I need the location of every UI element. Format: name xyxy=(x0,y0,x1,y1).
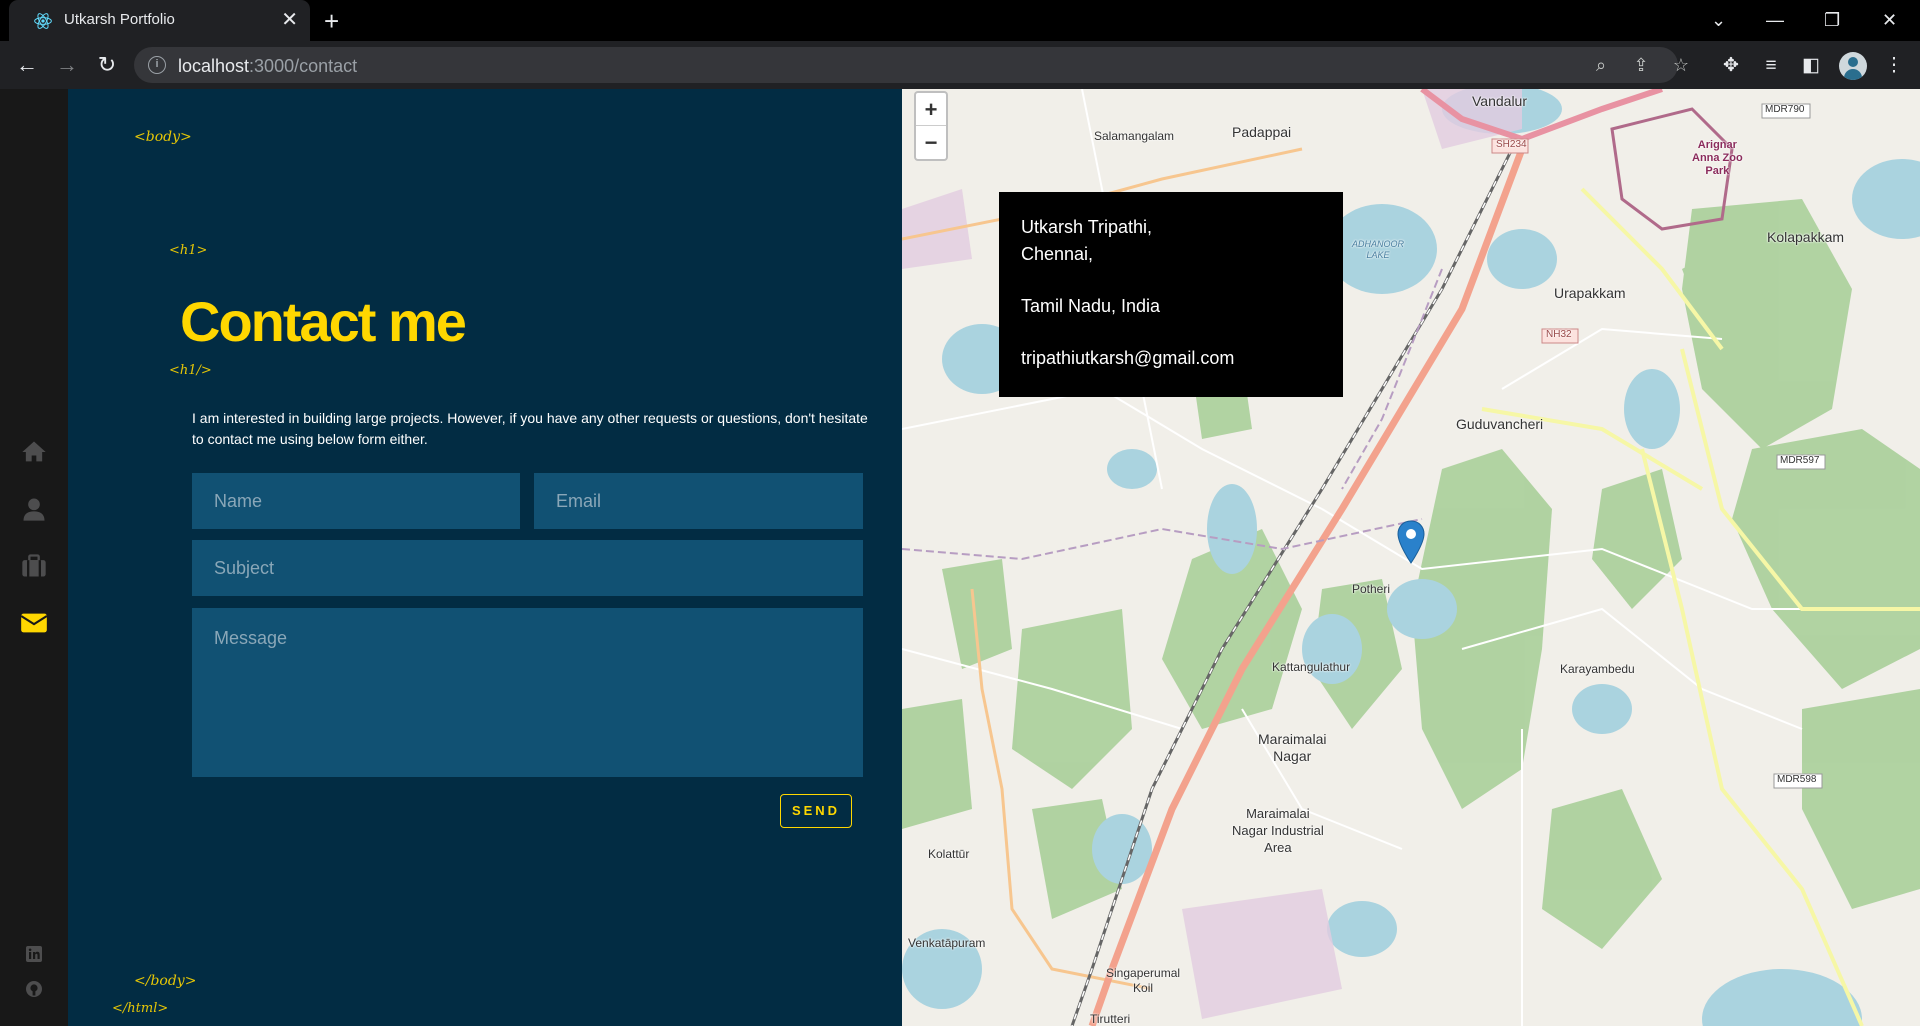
place-label: Guduvancheri xyxy=(1456,416,1544,432)
home-icon[interactable] xyxy=(20,438,48,466)
road-label: MDR597 xyxy=(1780,455,1820,466)
email-input[interactable] xyxy=(534,473,863,529)
info-name: Utkarsh Tripathi, xyxy=(1021,217,1153,237)
place-label: Kattangulathur xyxy=(1272,660,1351,674)
name-input[interactable] xyxy=(192,473,520,529)
info-city: Chennai, xyxy=(1021,244,1094,264)
location-marker-icon[interactable] xyxy=(1397,520,1425,564)
place-label: Kolattūr xyxy=(928,847,970,861)
tab-search-icon[interactable]: ⌄ xyxy=(1711,6,1726,34)
lake-label: ADHANOOR LAKE xyxy=(1352,239,1405,260)
place-label: Kolapakkam xyxy=(1767,229,1845,245)
road-label: SH234 xyxy=(1496,139,1527,150)
road-label: MDR790 xyxy=(1765,104,1805,115)
profile-avatar[interactable] xyxy=(1839,52,1867,80)
address-info-box: Utkarsh Tripathi, Chennai, Tamil Nadu, I… xyxy=(999,192,1343,397)
share-icon[interactable]: ⇪ xyxy=(1630,54,1652,76)
bookmark-star-icon[interactable]: ☆ xyxy=(1670,54,1692,76)
briefcase-icon[interactable] xyxy=(20,552,48,580)
browser-toolbar: ← → ↻ i localhost:3000/contact ⌕ ⇪ ☆ ✥ ≡… xyxy=(0,41,1920,89)
side-panel-icon[interactable]: ◧ xyxy=(1798,53,1824,79)
intro-text: I am interested in building large projec… xyxy=(192,410,868,447)
place-label: Maraimalai Nagar Industrial Area xyxy=(1232,806,1324,855)
browser-tabstrip: Utkarsh Portfolio ✕ + ⌄ — ❐ ✕ xyxy=(0,0,1920,41)
info-state: Tamil Nadu, India xyxy=(1021,296,1161,316)
linkedin-icon[interactable] xyxy=(26,946,42,962)
page-title: Contact me xyxy=(180,290,467,353)
info-email: tripathiutkarsh@gmail.com xyxy=(1021,348,1235,368)
place-label: Maraimalai Nagar xyxy=(1258,731,1327,764)
browser-tab[interactable]: Utkarsh Portfolio ✕ xyxy=(9,0,310,41)
contact-section: <body> <h1> Contact me <h1/> I am intere… xyxy=(68,89,902,1026)
h1-close-tag: <h1/> xyxy=(169,363,212,378)
place-label: Padappai xyxy=(1232,124,1292,140)
place-label: Salamangalam xyxy=(1094,129,1175,143)
tab-title: Utkarsh Portfolio xyxy=(64,11,175,28)
tab-close-icon[interactable]: ✕ xyxy=(281,9,298,31)
close-window-button[interactable]: ✕ xyxy=(1882,6,1897,34)
map[interactable]: SH234 NH32 MDR790 MDR597 MDR598 Salamang… xyxy=(902,89,1920,1026)
user-icon[interactable] xyxy=(20,495,48,523)
site-info-icon[interactable]: i xyxy=(148,56,166,74)
reload-button[interactable]: ↻ xyxy=(93,51,121,79)
place-label: Singaperumal Koil xyxy=(1106,966,1181,995)
new-tab-button[interactable]: + xyxy=(324,6,339,36)
zoom-icon[interactable]: ⌕ xyxy=(1590,54,1612,76)
message-textarea[interactable] xyxy=(192,608,863,777)
sidebar xyxy=(0,89,68,1026)
map-zoom-control: + − xyxy=(914,91,948,161)
place-label: Arignar Anna Zoo Park xyxy=(1692,139,1743,177)
place-label: Karayambedu xyxy=(1560,662,1635,676)
body-close-tag: </body> xyxy=(134,973,197,989)
menu-kebab-icon[interactable]: ⋮ xyxy=(1881,53,1907,79)
react-logo-icon xyxy=(34,13,52,29)
road-label: NH32 xyxy=(1546,329,1572,340)
place-label: Vandalur xyxy=(1472,93,1528,109)
zoom-out-button[interactable]: − xyxy=(916,126,946,159)
place-label: Potheri xyxy=(1352,582,1391,596)
address-bar[interactable]: i localhost:3000/contact ⌕ ⇪ ☆ xyxy=(134,47,1689,83)
minimize-button[interactable]: — xyxy=(1766,6,1784,34)
url-text: localhost:3000/contact xyxy=(178,56,358,76)
subject-input[interactable] xyxy=(192,540,863,596)
html-close-tag: </html> xyxy=(112,1001,169,1016)
forward-button[interactable]: → xyxy=(53,51,81,79)
extensions-icon[interactable]: ✥ xyxy=(1718,53,1744,79)
place-label: Tirutteri xyxy=(1090,1012,1131,1026)
place-label: Urapakkam xyxy=(1554,285,1626,301)
media-controls-icon[interactable]: ≡ xyxy=(1758,53,1784,79)
restore-button[interactable]: ❐ xyxy=(1824,6,1840,34)
zoom-in-button[interactable]: + xyxy=(916,93,946,126)
envelope-icon[interactable] xyxy=(20,609,48,637)
app-root: <body> <h1> Contact me <h1/> I am intere… xyxy=(0,89,1920,1026)
github-icon[interactable] xyxy=(26,981,42,997)
body-open-tag: <body> xyxy=(134,129,192,145)
h1-open-tag: <h1> xyxy=(169,243,208,258)
place-label: Venkatāpuram xyxy=(908,936,986,950)
send-button[interactable]: SEND xyxy=(780,794,852,828)
road-label: MDR598 xyxy=(1777,774,1817,785)
back-button[interactable]: ← xyxy=(13,51,41,79)
